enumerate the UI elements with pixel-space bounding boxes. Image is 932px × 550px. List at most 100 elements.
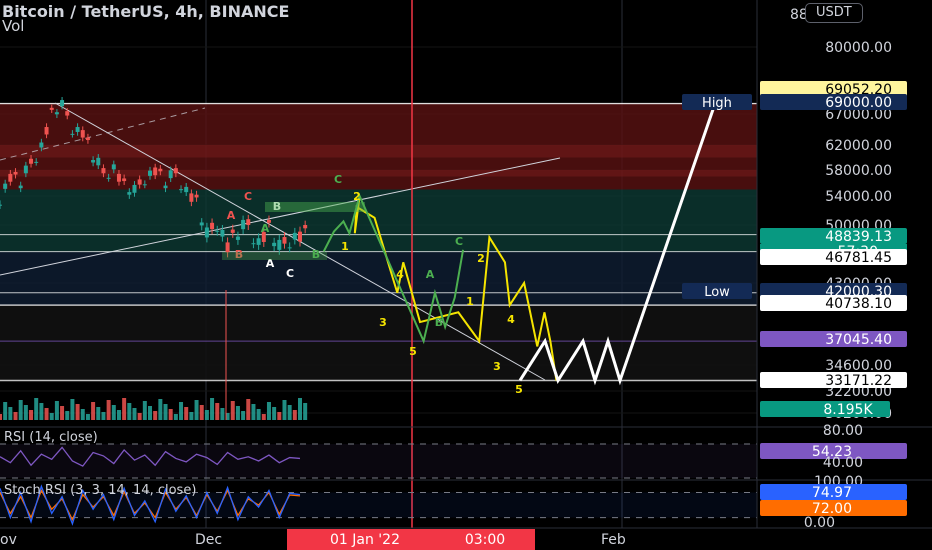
candle-body — [96, 157, 101, 166]
volume-bar — [65, 411, 70, 420]
stoch-k-tag: 74.97 — [812, 485, 852, 501]
candle-body — [111, 164, 116, 170]
time-axis-label: Feb — [601, 532, 626, 548]
currency-button[interactable]: USDT — [805, 3, 863, 23]
volume-bar — [70, 399, 75, 420]
volume-bar — [116, 410, 121, 420]
level-label: Low — [704, 285, 730, 300]
volume-bar — [261, 414, 266, 420]
wave-label: 5 — [515, 383, 523, 396]
volume-bar — [287, 405, 292, 420]
volume-bar — [210, 398, 215, 420]
price-tag: 48839.13 — [825, 229, 892, 245]
candle-body — [34, 161, 39, 163]
candle-body — [65, 111, 70, 116]
candle-body — [60, 100, 65, 107]
volume-bar — [148, 406, 152, 420]
candle-body — [179, 189, 184, 191]
price-tag: 69000.00 — [825, 95, 892, 111]
volume-bar — [39, 403, 44, 420]
volume-bar — [266, 402, 271, 420]
volume-bar — [215, 403, 220, 420]
volume-bar — [13, 412, 18, 420]
candle-body — [256, 238, 261, 245]
volume-bar — [303, 403, 308, 420]
wave-label: A — [227, 209, 236, 222]
volume-bar — [85, 414, 90, 420]
volume-bar — [179, 402, 184, 420]
volume-bar — [0, 414, 2, 420]
red-band-0 — [0, 145, 757, 158]
volume-bar — [292, 410, 297, 420]
price-tag: 46781.45 — [825, 250, 892, 266]
candle-body — [54, 112, 59, 115]
volume-bar — [251, 404, 256, 420]
wave-label: 5 — [409, 345, 417, 358]
volume-bar — [277, 412, 282, 420]
candle-body — [241, 219, 246, 230]
candle-body — [282, 237, 287, 244]
volume-indicator-label[interactable]: Vol — [2, 17, 24, 35]
wave-label: 2 — [353, 190, 361, 203]
candle-body — [8, 173, 13, 182]
candle-body — [142, 184, 147, 186]
candle-body — [13, 171, 18, 175]
candle-body — [277, 239, 282, 250]
wave-label: 1 — [466, 295, 474, 308]
volume-bar — [132, 408, 137, 420]
wave-label: B — [435, 316, 443, 329]
candle-body — [168, 170, 173, 179]
candle-body — [220, 229, 225, 237]
candle-body — [210, 222, 215, 230]
time-axis-label: ov — [0, 532, 17, 548]
price-axis-label: 34600.00 — [825, 358, 892, 374]
candle-body — [199, 222, 204, 226]
volume-bar — [282, 400, 287, 420]
candle-body — [44, 127, 49, 135]
candle-body — [0, 204, 2, 206]
volume-bar — [49, 413, 54, 420]
candle-body — [122, 178, 127, 182]
candle-body — [49, 107, 54, 110]
candle-body — [148, 170, 152, 176]
candle-body — [225, 242, 230, 253]
candle-body — [173, 168, 178, 174]
candle-body — [189, 193, 194, 202]
candle-body — [70, 133, 75, 135]
candle-body — [137, 179, 142, 185]
volume-bar — [235, 406, 240, 420]
candle-body — [29, 158, 34, 164]
price-tag: 33171.22 — [825, 373, 892, 389]
btc-chart[interactable]: C214 A3 B5C21435CABBACABRSI (14, close)Sto… — [0, 0, 932, 550]
candle-body — [215, 230, 220, 232]
volume-bar — [80, 409, 85, 420]
rsi-axis-label: 40.00 — [823, 455, 863, 471]
time-marker-date: 01 Jan '22 — [330, 532, 400, 548]
candle-body — [101, 168, 106, 174]
volume-bar — [60, 406, 65, 420]
volume-bar — [101, 412, 106, 420]
volume-bar — [122, 398, 127, 420]
stoch-label: Stoch RSI (3, 3, 14, 14, close) — [4, 483, 196, 498]
candle-body — [298, 231, 302, 242]
volume-bar — [137, 413, 142, 420]
candle-body — [3, 183, 8, 189]
candle-body — [158, 168, 163, 172]
candle-body — [75, 127, 80, 132]
stoch-axis-label: 0.00 — [804, 515, 835, 531]
wave-label: 2 — [477, 252, 485, 265]
candle-body — [91, 160, 96, 163]
price-axis-label: 54000.00 — [825, 189, 892, 205]
volume-bar — [153, 411, 158, 420]
volume-bar — [111, 405, 116, 420]
volume-bar — [168, 409, 173, 420]
chart-title: Bitcoin / TetherUS, 4h, BINANCE — [2, 2, 290, 21]
candle-body — [287, 247, 292, 249]
time-axis-label: Dec — [195, 532, 222, 548]
candle-body — [132, 184, 137, 193]
candle-body — [39, 142, 44, 148]
candle-body — [106, 177, 111, 179]
volume-bar — [8, 407, 13, 420]
candle-body — [18, 185, 23, 189]
price-axis-label: 80000.00 — [825, 40, 892, 56]
